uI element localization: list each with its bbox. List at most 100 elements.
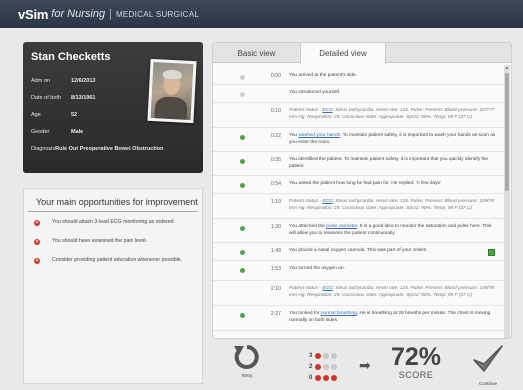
patient-field: Adm on 12/6/2013	[31, 78, 151, 84]
continue-button[interactable]: Continue	[470, 342, 506, 388]
log-entry: 0:10 Patient status - ECG: Sinus tachycar…	[213, 103, 505, 128]
log-entry: 0:00 You arrived at the patient's side.	[213, 68, 505, 85]
app-header: vSim for Nursing | MEDICAL SURGICAL	[0, 0, 523, 28]
log-time: 1:10	[270, 199, 281, 205]
check-circle-icon	[240, 250, 245, 255]
attempt-dot-icon	[315, 363, 321, 370]
patient-card: Stan Checketts Adm on 12/6/2013 Date of bi…	[23, 42, 203, 173]
scrollbar-thumb[interactable]	[505, 73, 509, 191]
log-time: 1:30	[270, 224, 281, 230]
status-dot-icon	[240, 92, 245, 97]
patient-field: Age 52	[31, 112, 151, 118]
log-text-part: You introduced yourself.	[289, 90, 341, 95]
improvement-item: ✕ Consider providing patient education wh…	[24, 257, 202, 264]
log-text: You attached the pulse oximeter. It is a…	[289, 224, 499, 237]
log-text-part: Patient status -	[289, 199, 323, 204]
tab-detailed-view[interactable]: Detailed view	[300, 43, 386, 64]
check-circle-icon	[240, 226, 245, 231]
log-text-part: You arrived at the patient's side.	[289, 73, 357, 78]
flag-icon[interactable]	[488, 249, 495, 256]
score-label: SCORE	[398, 370, 434, 380]
log-text-part: You placed a nasal oxygen cannula. This …	[289, 248, 428, 253]
check-circle-icon	[240, 313, 245, 318]
score-display: 72% SCORE	[384, 344, 448, 380]
log-time: 2:10	[270, 286, 281, 292]
log-text-part: You looked for	[289, 311, 321, 316]
attempt-dot-icon	[323, 374, 329, 381]
log-text: Patient status - ECG: Sinus tachycardia.…	[289, 108, 499, 121]
improvement-title: Your main opportunities for improvement	[28, 189, 198, 212]
log-entry: 0:22 You washed your hands. To maintain p…	[213, 128, 505, 152]
log-entry: 2:27 You looked for normal breathing. He …	[213, 306, 505, 331]
log-text: You asked the patient how long he had pa…	[289, 181, 499, 188]
log-link[interactable]: ECG	[322, 199, 332, 204]
retry-icon	[234, 345, 259, 369]
improvement-panel: Your main opportunities for improvement …	[23, 188, 203, 384]
log-text: You washed your hands. To maintain patie…	[289, 133, 499, 146]
log-entry: 1:49 You placed a nasal oxygen cannula. T…	[213, 243, 505, 261]
error-x-icon: ✕	[34, 238, 40, 245]
log-time: 1:49	[270, 248, 281, 254]
log-time: 0:35	[270, 157, 281, 163]
tab-basic-view[interactable]: Basic view	[213, 43, 300, 63]
patient-photo	[147, 58, 197, 124]
log-entry: 1:10 Patient status - ECG: Sinus tachycar…	[213, 194, 505, 219]
patient-field-label: Adm on	[31, 78, 50, 84]
log-text-part: You identified the patient. To maintain …	[289, 157, 489, 169]
patient-field: Diagnosis Rule Out Preoperative Bowel Obs…	[31, 146, 163, 152]
improvement-text: Consider providing patient education whe…	[52, 257, 183, 264]
patient-name: Stan Checketts	[31, 51, 111, 63]
log-text: You turned the oxygen on.	[289, 266, 499, 273]
log-text: Patient status - ECG: Sinus tachycardia.…	[289, 286, 499, 299]
log-text: You introduced yourself.	[289, 90, 499, 97]
attempt-row: 0	[309, 372, 355, 383]
log-link[interactable]: washed your hands	[298, 133, 340, 138]
log-link[interactable]: ECG	[322, 286, 332, 291]
attempt-dot-icon	[323, 363, 329, 370]
patient-field-label: Age	[31, 112, 41, 118]
log-time: 0:10	[270, 108, 281, 114]
patient-field: Date of birth 8/13/1961	[31, 95, 151, 101]
log-link[interactable]: normal breathing	[321, 311, 357, 316]
log-time: 1:53	[270, 266, 281, 272]
log-entry: 2:10 Patient status - ECG: Sinus tachycar…	[213, 281, 505, 306]
error-x-icon: ✕	[34, 257, 40, 264]
log-text: You arrived at the patient's side.	[289, 73, 499, 80]
attempt-row: 2	[309, 361, 355, 372]
retry-button[interactable]: Retry	[233, 342, 261, 388]
log-entry: 0:35 You identified the patient. To maint…	[213, 152, 505, 176]
log-time: 0:54	[270, 181, 281, 187]
check-circle-icon	[240, 159, 245, 164]
log-text: You looked for normal breathing. He is b…	[289, 311, 499, 324]
scroll-up-icon[interactable]: ▲	[504, 65, 510, 71]
log-link[interactable]: ECG	[322, 108, 332, 113]
patient-field-value: 8/13/1961	[71, 95, 96, 101]
log-link[interactable]: pulse oximeter	[326, 224, 357, 229]
check-circle-icon	[240, 338, 245, 339]
log-entry: 0:54 You asked the patient how long he ha…	[213, 176, 505, 194]
log-time: 0:00	[270, 73, 281, 79]
patient-field: Gender Male	[31, 129, 151, 135]
view-tabs: Basic view Detailed view	[213, 43, 511, 64]
log-time: 0:22	[270, 133, 281, 139]
improvement-item: ✕ You should have assessed the pain level…	[24, 238, 202, 245]
check-circle-icon	[240, 268, 245, 273]
attempt-grid: 320	[309, 350, 355, 384]
patient-field-label: Diagnosis	[31, 146, 56, 152]
patient-field-label: Date of birth	[31, 95, 61, 101]
attempt-dot-icon	[315, 374, 321, 381]
log-entry: You introduced yourself.	[213, 85, 505, 103]
attempt-row: 3	[309, 350, 355, 361]
arrow-right-icon: ➡	[359, 357, 371, 373]
log-text: Patient status - ECG: Sinus tachycardia.…	[289, 199, 499, 212]
log-scrollbar[interactable]: ▲	[504, 65, 510, 338]
patient-field-value: Male	[71, 129, 84, 135]
continue-label: Continue	[478, 381, 497, 386]
attempt-dot-icon	[323, 352, 329, 359]
brand-separator: |	[109, 8, 112, 20]
improvement-item: ✕ You should attach 3-lead ECG monitoring…	[24, 219, 202, 226]
attempt-dot-icon	[331, 352, 337, 359]
brand-logo: vSim	[18, 6, 49, 22]
status-dot-icon	[240, 75, 245, 80]
brand-for-nursing: for Nursing	[51, 8, 106, 20]
